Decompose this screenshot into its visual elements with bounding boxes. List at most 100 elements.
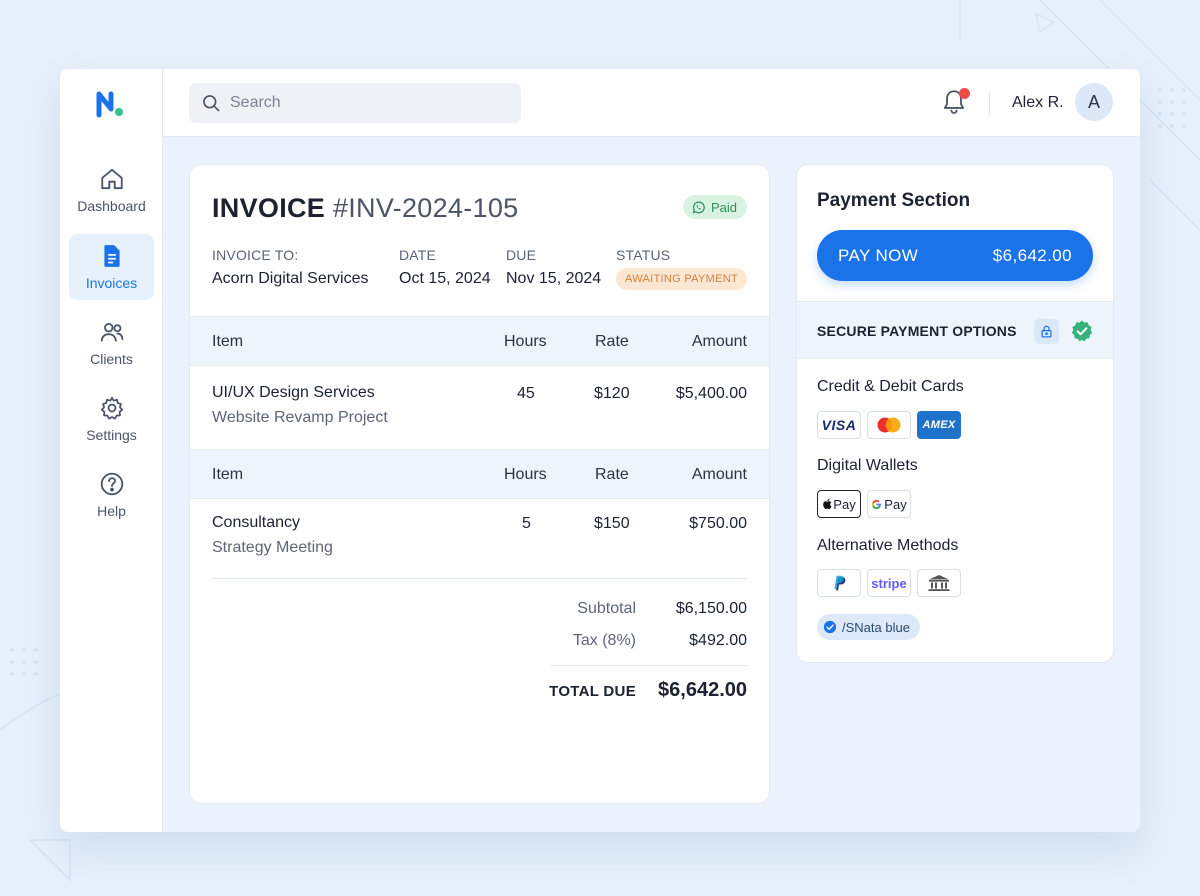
total-due-label: TOTAL DUE	[549, 683, 636, 700]
apple-pay-label: Pay	[833, 496, 856, 512]
sidebar-item-label: Clients	[90, 351, 133, 367]
item-name: UI/UX Design Services	[212, 384, 375, 401]
check-circle-icon	[823, 620, 837, 634]
alternatives-section-title: Alternative Methods	[817, 537, 959, 554]
item-name: Consultancy	[212, 514, 301, 531]
sidebar: Dashboard Invoices Clients Settings Help	[60, 69, 163, 832]
divider	[212, 578, 747, 579]
apple-icon	[823, 498, 832, 510]
bank-icon	[928, 575, 950, 591]
payment-title: Payment Section	[817, 190, 971, 211]
stripe-option[interactable]: stripe	[867, 569, 911, 597]
invoice-title: INVOICE	[212, 193, 326, 223]
item-hours: 5	[522, 515, 531, 532]
total-due-value: $6,642.00	[658, 679, 747, 701]
snata-blue-option[interactable]: /SNata blue	[817, 614, 920, 640]
google-pay-label: Pay	[884, 496, 907, 512]
sidebar-item-dashboard[interactable]: Dashboard	[69, 157, 154, 223]
google-icon	[872, 499, 882, 509]
item-rate: $120	[594, 385, 630, 402]
search-icon	[203, 95, 220, 112]
sidebar-item-label: Invoices	[85, 275, 138, 291]
lock-icon	[1034, 319, 1059, 344]
app-window: Dashboard Invoices Clients Settings Help…	[60, 69, 1140, 832]
topbar: Alex R. A	[163, 69, 1140, 137]
notification-button[interactable]	[941, 88, 971, 118]
invoice-number: #INV-2024-105	[332, 193, 519, 223]
google-pay-option[interactable]: Pay	[867, 490, 911, 518]
sidebar-item-label: Dashboard	[77, 198, 146, 214]
home-icon	[100, 168, 123, 190]
mastercard-icon	[877, 417, 901, 433]
invoice-to-label: INVOICE TO:	[212, 247, 299, 263]
secure-payment-label: SECURE PAYMENT OPTIONS	[817, 323, 1017, 339]
column-header-item: Item	[212, 466, 244, 483]
tax-label: Tax (8%)	[572, 632, 636, 649]
wallets-section-title: Digital Wallets	[817, 457, 918, 474]
divider	[989, 91, 990, 115]
whatsapp-icon	[692, 200, 705, 213]
paypal-option[interactable]	[817, 569, 861, 597]
visa-logo: VISA	[821, 417, 857, 433]
apple-pay-option[interactable]: Pay	[817, 490, 861, 518]
status-label: STATUS	[616, 247, 671, 263]
sidebar-item-help[interactable]: Help	[69, 462, 154, 528]
subtotal-label: Subtotal	[577, 600, 636, 617]
amex-option[interactable]: AMEX	[917, 411, 961, 439]
table-header: Item Hours Rate Amount	[190, 316, 769, 366]
amex-logo: AMEX	[922, 419, 956, 431]
secure-payment-bar: SECURE PAYMENT OPTIONS	[797, 301, 1113, 359]
column-header-rate: Rate	[595, 466, 629, 483]
n-logo-icon[interactable]	[96, 89, 126, 119]
table-header: Item Hours Rate Amount	[190, 449, 769, 499]
column-header-amount: Amount	[691, 333, 747, 350]
sidebar-item-invoices[interactable]: Invoices	[69, 234, 154, 300]
bank-transfer-option[interactable]	[917, 569, 961, 597]
pay-now-amount: $6,642.00	[992, 245, 1072, 265]
paid-badge-label: Paid	[710, 199, 737, 215]
paypal-icon	[834, 575, 846, 590]
item-description: Strategy Meeting	[212, 539, 333, 556]
status-badge: AWAITING PAYMENT	[616, 268, 747, 290]
search-input[interactable]	[230, 94, 500, 112]
column-header-rate: Rate	[595, 333, 629, 350]
pay-now-button[interactable]: PAY NOW $6,642.00	[817, 230, 1093, 281]
item-amount: $750.00	[689, 515, 747, 532]
item-hours: 45	[517, 385, 535, 402]
divider	[551, 665, 747, 666]
due-value: Nov 15, 2024	[506, 270, 602, 287]
stripe-logo: stripe	[871, 575, 907, 591]
pay-now-label: PAY NOW	[838, 245, 919, 265]
sidebar-item-label: Help	[97, 503, 126, 519]
visa-option[interactable]: VISA	[817, 411, 861, 439]
invoice-heading: INVOICE #INV-2024-105	[212, 193, 518, 224]
verified-badge-icon	[1071, 320, 1093, 342]
invoice-to-value: Acorn Digital Services	[212, 270, 369, 287]
sidebar-item-settings[interactable]: Settings	[69, 386, 154, 452]
user-name[interactable]: Alex R.	[1012, 94, 1064, 112]
invoice-card: INVOICE #INV-2024-105 Paid INVOICE TO: D…	[189, 164, 770, 804]
column-header-hours: Hours	[504, 466, 547, 483]
date-value: Oct 15, 2024	[399, 270, 491, 287]
item-description: Website Revamp Project	[212, 409, 388, 426]
payment-card: Payment Section PAY NOW $6,642.00 SECURE…	[796, 164, 1114, 663]
gear-icon	[100, 396, 123, 420]
column-header-item: Item	[212, 333, 244, 350]
mastercard-option[interactable]	[867, 411, 911, 439]
item-amount: $5,400.00	[675, 385, 747, 402]
column-header-hours: Hours	[504, 333, 547, 350]
paid-badge: Paid	[682, 195, 747, 219]
item-rate: $150	[594, 515, 630, 532]
document-icon	[103, 245, 120, 267]
help-icon	[100, 472, 123, 496]
users-icon	[100, 322, 123, 342]
snata-blue-label: /SNata blue	[842, 619, 910, 635]
search-box[interactable]	[189, 83, 521, 123]
subtotal-value: $6,150.00	[675, 600, 747, 617]
column-header-amount: Amount	[691, 466, 747, 483]
tax-value: $492.00	[689, 632, 747, 649]
sidebar-item-clients[interactable]: Clients	[69, 310, 154, 376]
due-label: DUE	[506, 247, 537, 263]
avatar[interactable]: A	[1075, 83, 1113, 121]
sidebar-item-label: Settings	[86, 427, 137, 443]
